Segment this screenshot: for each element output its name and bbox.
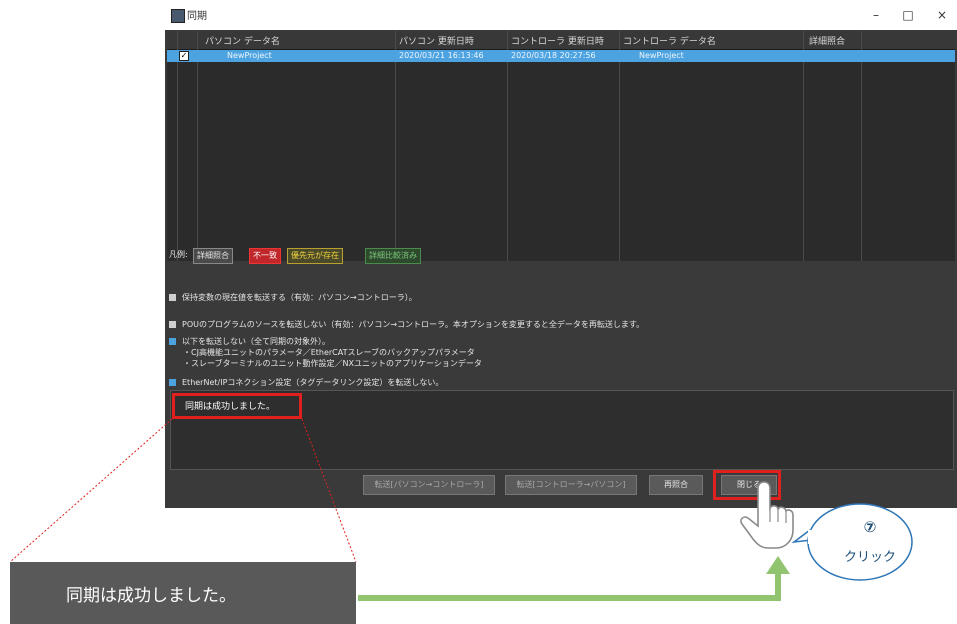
arrow-shaft	[358, 572, 781, 601]
callout-label: クリック	[843, 550, 896, 565]
callout-bubble	[791, 503, 913, 581]
arrow-head-icon	[766, 556, 790, 574]
callout-step-number: ⑦	[863, 518, 877, 536]
